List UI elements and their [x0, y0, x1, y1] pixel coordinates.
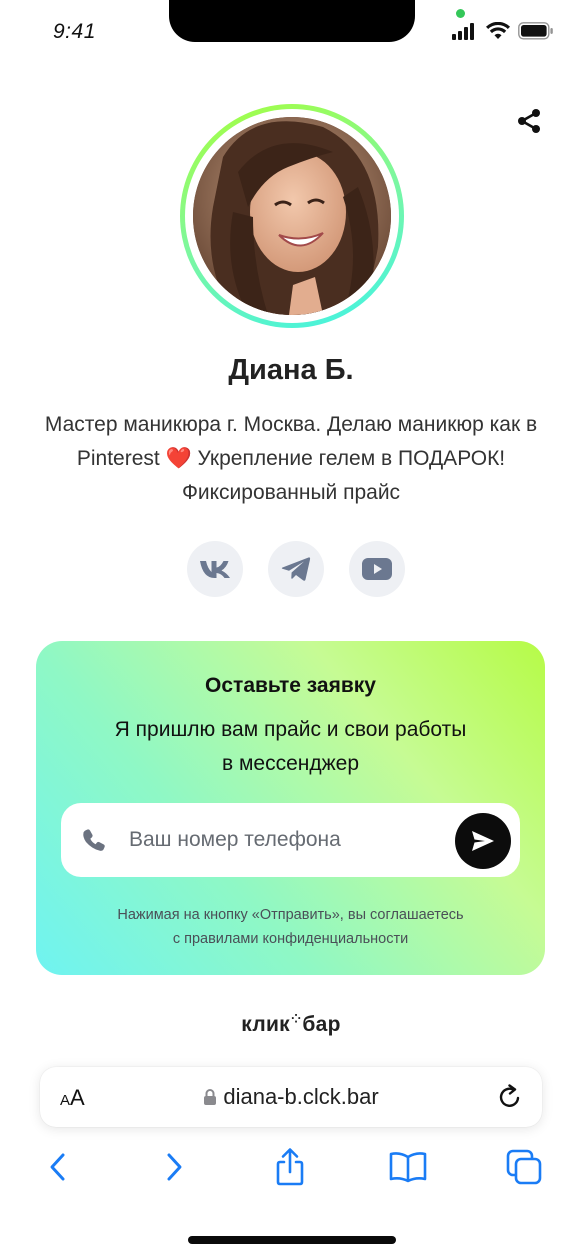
share-icon [518, 109, 540, 133]
lock-icon [204, 1089, 217, 1105]
signal-icon [452, 23, 474, 40]
youtube-icon [362, 558, 392, 580]
notch [169, 0, 415, 42]
social-links [0, 541, 582, 597]
youtube-link[interactable] [349, 541, 405, 597]
send-button[interactable] [455, 813, 511, 869]
reload-icon[interactable] [496, 1083, 524, 1111]
form-title: Оставьте заявку [205, 674, 376, 697]
tabs-icon [506, 1149, 542, 1185]
vk-link[interactable] [187, 541, 243, 597]
url-text: diana-b.clck.bar [223, 1084, 379, 1109]
phone-input[interactable] [129, 803, 439, 877]
bookmarks-button[interactable] [388, 1146, 428, 1188]
share-button[interactable] [512, 106, 546, 136]
url-display[interactable]: diana-b.clck.bar [40, 1084, 542, 1110]
form-subtitle-line2: в мессенджер [221, 752, 360, 775]
send-icon [472, 831, 494, 851]
profile-bio: Мастер маникюра г. Москва. Делаю маникюр… [44, 413, 538, 504]
browser-toolbar [0, 1146, 582, 1188]
form-subtitle-line1: Я пришлю вам прайс и свои работы [114, 718, 467, 741]
chevron-left-icon [50, 1153, 65, 1181]
battery-icon [518, 22, 553, 40]
spark-icon: ⁘ [290, 1012, 302, 1026]
avatar-gap [185, 109, 399, 323]
share-sheet-icon [276, 1148, 304, 1186]
avatar [193, 117, 391, 315]
back-button[interactable] [38, 1146, 78, 1188]
brand-logo[interactable]: клик⁘бар [0, 1012, 582, 1037]
camera-indicator-icon [456, 9, 465, 18]
address-bar[interactable]: AA diana-b.clck.bar [40, 1067, 542, 1127]
lead-form-card: Оставьте заявку Я пришлю вам прайс и сво… [36, 641, 545, 975]
avatar-ring [180, 104, 404, 328]
chevron-right-icon [167, 1153, 182, 1181]
book-icon [389, 1152, 427, 1183]
phone-field[interactable] [61, 803, 520, 877]
profile-name: Диана Б. [228, 354, 354, 386]
consent-line2[interactable]: с правилами конфиденциальности [36, 927, 545, 951]
share-sheet-button[interactable] [270, 1146, 310, 1188]
status-icons [452, 22, 554, 40]
brand-part1: клик [241, 1013, 290, 1036]
status-time: 9:41 [53, 20, 96, 43]
vk-icon [200, 561, 230, 578]
telegram-icon [281, 557, 311, 581]
forward-button[interactable] [154, 1146, 194, 1188]
avatar-photo [193, 117, 391, 315]
form-subtitle: Я пришлю вам прайс и свои работы в мессе… [36, 713, 545, 781]
consent-text: Нажимая на кнопку «Отправить», вы соглаш… [36, 903, 545, 951]
phone-icon [83, 829, 105, 851]
brand-part2: бар [302, 1013, 341, 1036]
tabs-button[interactable] [504, 1146, 544, 1188]
consent-line1: Нажимая на кнопку «Отправить», вы соглаш… [117, 907, 464, 923]
status-bar: 9:41 [0, 0, 582, 62]
telegram-link[interactable] [268, 541, 324, 597]
wifi-icon [486, 22, 510, 39]
home-indicator [188, 1236, 396, 1244]
